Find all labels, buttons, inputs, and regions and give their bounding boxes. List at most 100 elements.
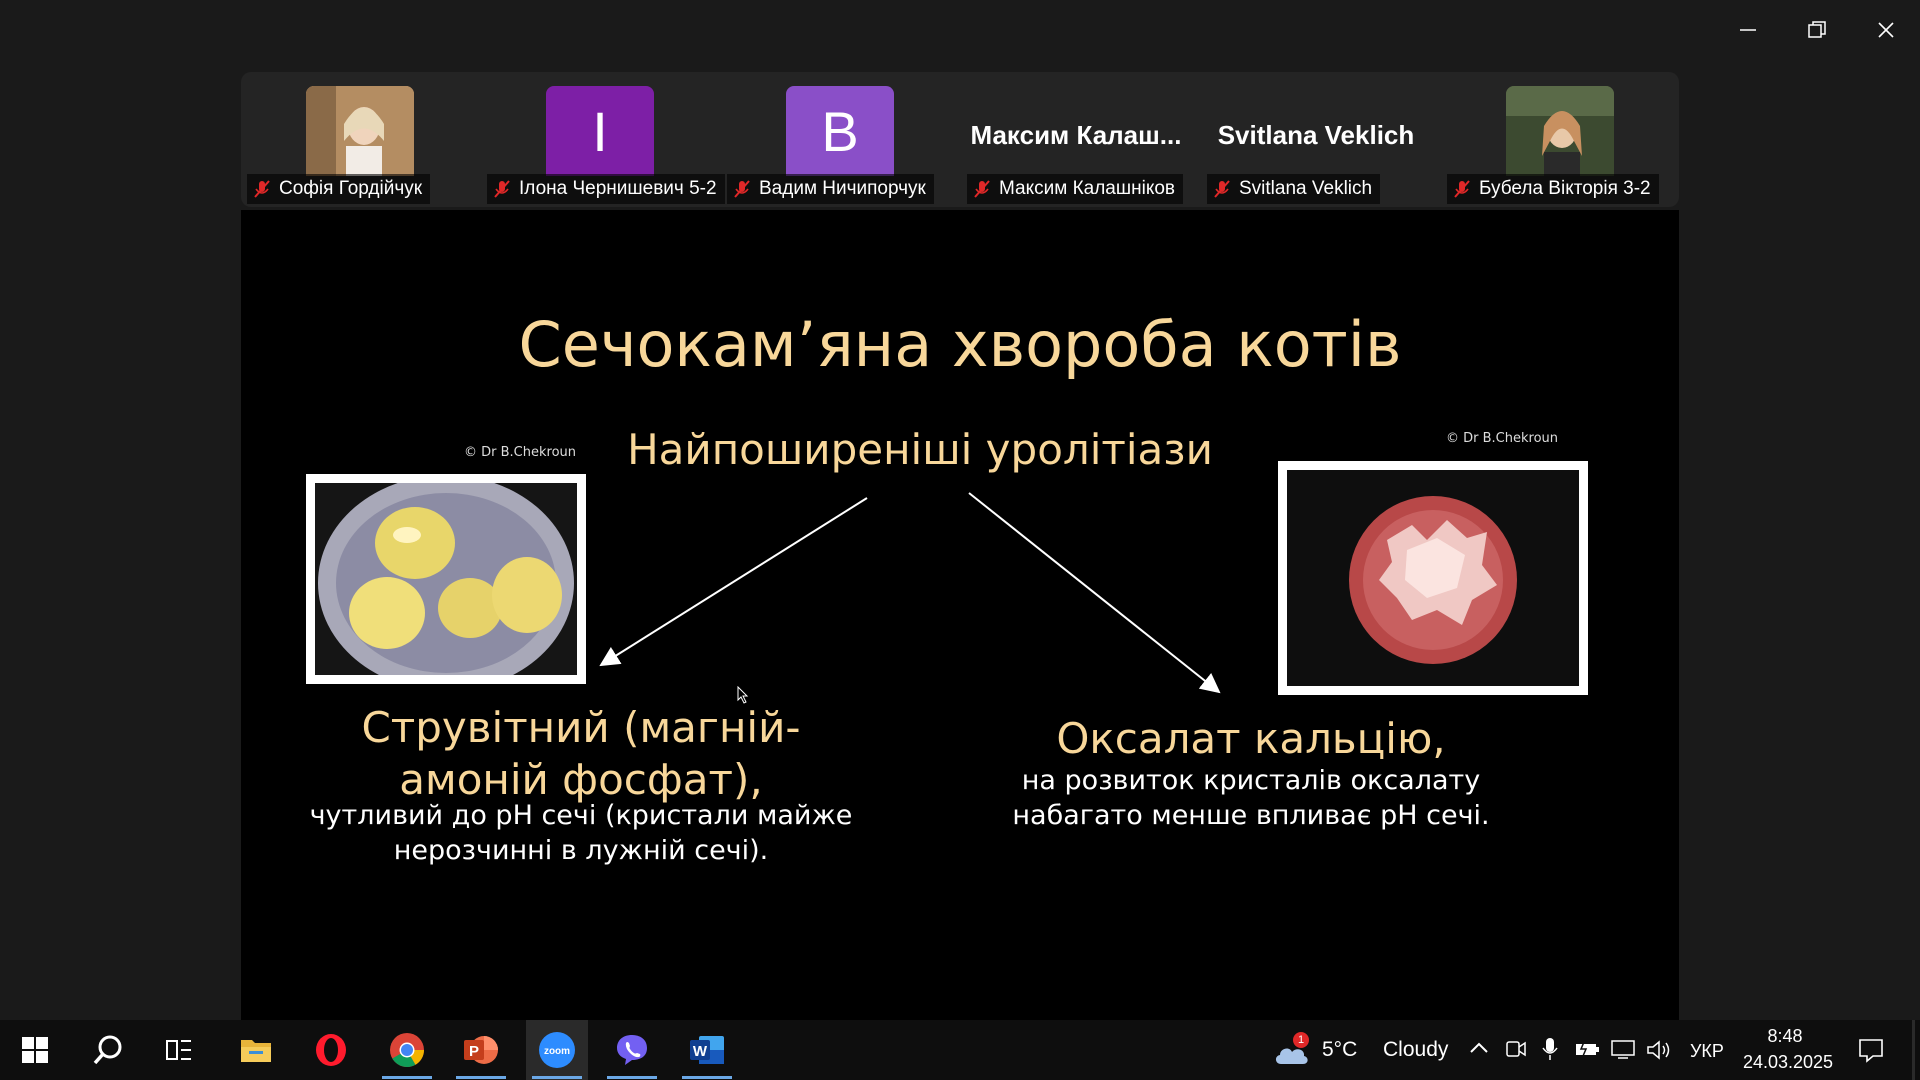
participant-video xyxy=(306,86,414,176)
task-view-icon xyxy=(166,1040,191,1060)
weather-badge: 1 xyxy=(1293,1032,1309,1048)
running-indicator xyxy=(607,1076,657,1079)
participant-tile[interactable]: I Ілона Чернишевич 5-2 xyxy=(481,72,725,207)
running-indicator xyxy=(382,1076,432,1079)
participant-photo-icon xyxy=(1506,86,1614,176)
running-indicator xyxy=(456,1076,506,1079)
mic-muted-icon xyxy=(1454,180,1470,198)
participant-name: Ілона Чернишевич 5-2 xyxy=(519,178,717,199)
participant-strip: Софія Гордійчук I Ілона Чернишевич 5-2 B… xyxy=(241,72,1679,207)
weather-description[interactable]: Cloudy xyxy=(1383,1038,1448,1062)
minimize-button[interactable] xyxy=(1713,0,1782,60)
opera-icon xyxy=(316,1034,346,1066)
clock-date[interactable]: 24.03.2025 xyxy=(1740,1052,1836,1073)
arrow-left xyxy=(599,497,868,667)
chrome-icon xyxy=(390,1033,424,1067)
participant-name: Бубела Вікторія 3-2 xyxy=(1479,178,1651,199)
task-view-button[interactable] xyxy=(148,1020,210,1080)
oxalate-description-line2: набагато менше впливає pH сечі. xyxy=(1012,800,1490,831)
running-indicator xyxy=(682,1076,732,1079)
diagram-arrows xyxy=(599,492,1221,694)
mic-muted-icon xyxy=(974,180,990,198)
oxalate-description: на розвиток кристалів оксалату набагато … xyxy=(961,763,1541,833)
mouse-cursor-icon xyxy=(737,686,749,704)
minimize-icon xyxy=(1739,29,1756,31)
search-button[interactable] xyxy=(77,1020,139,1080)
participant-avatar: I xyxy=(546,86,654,176)
word-icon: W xyxy=(690,1036,724,1064)
participant-label: Ілона Чернишевич 5-2 xyxy=(487,174,725,204)
arrow-right xyxy=(968,492,1221,694)
participant-tile[interactable]: Софія Гордійчук xyxy=(241,72,471,207)
chevron-up-icon[interactable] xyxy=(1468,1040,1490,1056)
oxalate-description-line1: на розвиток кристалів оксалату xyxy=(1021,765,1481,796)
zoom-meeting-window: Софія Гордійчук I Ілона Чернишевич 5-2 B… xyxy=(0,0,1920,1080)
participant-tile[interactable]: Бубела Вікторія 3-2 xyxy=(1441,72,1671,207)
participant-label: Бубела Вікторія 3-2 xyxy=(1447,174,1659,204)
participant-video xyxy=(1506,86,1614,176)
search-icon xyxy=(93,1035,122,1065)
start-button[interactable] xyxy=(4,1020,66,1080)
restore-button[interactable] xyxy=(1782,0,1851,60)
powerpoint-taskbar-button[interactable]: P xyxy=(450,1020,512,1080)
powerpoint-icon: P xyxy=(464,1036,498,1064)
svg-text:W: W xyxy=(693,1043,708,1060)
language-indicator[interactable]: УКР xyxy=(1690,1041,1724,1062)
participant-display-name: Максим Калаш... xyxy=(970,120,1182,150)
avatar-initial: I xyxy=(592,99,608,163)
meet-now-icon[interactable] xyxy=(1505,1038,1527,1060)
battery-icon[interactable] xyxy=(1574,1040,1600,1058)
participant-tile[interactable]: Svitlana Veklich Svitlana Veklich xyxy=(1201,72,1431,207)
shared-screen-slide: Сечокам’яна хвороба котів Найпоширеніші … xyxy=(241,210,1679,1020)
zoom-icon: zoom xyxy=(539,1032,575,1068)
participant-name: Svitlana Veklich xyxy=(1239,178,1373,199)
clock-time[interactable]: 8:48 xyxy=(1740,1026,1830,1047)
zoom-taskbar-button[interactable]: zoom xyxy=(526,1020,588,1080)
mic-muted-icon xyxy=(734,180,750,198)
participant-tile[interactable]: Максим Калаш... Максим Калашніков xyxy=(961,72,1191,207)
oxalate-heading: Оксалат кальцію, xyxy=(1056,714,1446,763)
participant-label: Максим Калашніков xyxy=(967,174,1184,204)
mic-muted-icon xyxy=(494,180,510,198)
network-icon[interactable] xyxy=(1610,1039,1636,1061)
participant-label: Софія Гордійчук xyxy=(247,174,431,204)
participant-photo-icon xyxy=(306,86,414,176)
struvite-heading-line1: Струвітний (магній- xyxy=(361,703,801,752)
mic-muted-icon xyxy=(1214,180,1230,198)
participant-label: Svitlana Veklich xyxy=(1207,174,1381,204)
participant-name: Софія Гордійчук xyxy=(279,178,423,199)
participant-tile[interactable]: B Вадим Ничипорчук xyxy=(721,72,951,207)
participant-avatar: B xyxy=(786,86,894,176)
show-desktop-button[interactable] xyxy=(1912,1020,1915,1080)
weather-widget[interactable]: 1 xyxy=(1272,1032,1312,1068)
participant-label: Вадим Ничипорчук xyxy=(727,174,934,204)
restore-icon xyxy=(1807,21,1826,38)
struvite-heading: Струвітний (магній- амоній фосфат), xyxy=(331,702,831,806)
close-button[interactable] xyxy=(1851,0,1920,60)
file-explorer-icon xyxy=(241,1040,271,1062)
running-indicator xyxy=(532,1076,582,1079)
struvite-description: чутливий до pH сечі (кристали майже неро… xyxy=(281,798,881,868)
microphone-icon[interactable] xyxy=(1541,1036,1559,1062)
windows-start-icon xyxy=(22,1037,48,1063)
viber-taskbar-button[interactable] xyxy=(601,1020,663,1080)
struvite-description-line1: чутливий до pH сечі (кристали майже xyxy=(309,800,853,831)
windows-taskbar: P zoom W 1 5°C Cloudy УКР 8:48 24.03.202… xyxy=(0,1020,1920,1080)
participant-name: Максим Калашніков xyxy=(999,178,1176,199)
weather-temperature[interactable]: 5°C xyxy=(1322,1038,1357,1062)
word-taskbar-button[interactable]: W xyxy=(676,1020,738,1080)
notification-center-icon[interactable] xyxy=(1857,1036,1885,1064)
participant-name: Вадим Ничипорчук xyxy=(759,178,926,199)
svg-text:zoom: zoom xyxy=(544,1046,570,1057)
close-icon xyxy=(1877,22,1894,38)
svg-text:P: P xyxy=(469,1043,479,1060)
avatar-initial: B xyxy=(821,99,859,163)
mic-muted-icon xyxy=(254,180,270,198)
window-controls xyxy=(1713,0,1920,60)
participant-display-name: Svitlana Veklich xyxy=(1217,120,1415,150)
volume-icon[interactable] xyxy=(1646,1039,1672,1061)
file-explorer-taskbar-button[interactable] xyxy=(225,1020,287,1080)
opera-taskbar-button[interactable] xyxy=(300,1020,362,1080)
chrome-taskbar-button[interactable] xyxy=(376,1020,438,1080)
struvite-description-line2: нерозчинні в лужній сечі). xyxy=(393,835,769,866)
